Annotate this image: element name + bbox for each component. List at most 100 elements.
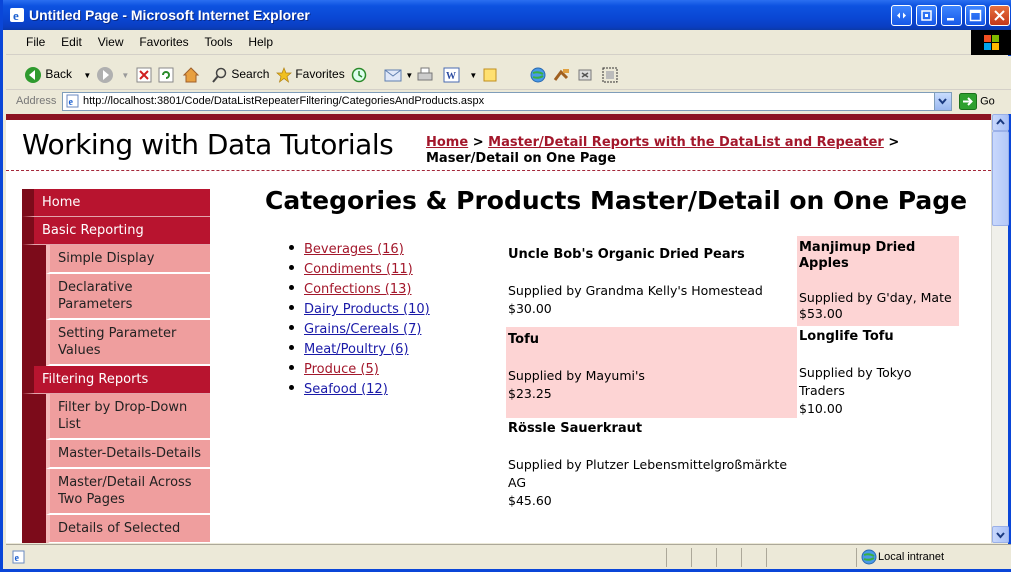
scroll-up-button[interactable] <box>992 114 1009 131</box>
nav-section-filtering-reports[interactable]: Filtering Reports <box>22 366 210 394</box>
list-item: Condiments (11) <box>289 260 430 280</box>
menu-file[interactable]: File <box>20 30 51 55</box>
favorites-label: Favorites <box>295 67 345 81</box>
nav-item-setting-parameter-values[interactable]: Setting Parameter Values <box>46 320 210 366</box>
forward-dropdown-icon[interactable]: ▼ <box>121 71 129 80</box>
vertical-scrollbar[interactable] <box>991 114 1009 543</box>
history-icon <box>351 67 367 83</box>
edit-button[interactable]: W ▼ <box>443 64 477 84</box>
close-icon <box>994 10 1005 21</box>
category-link-dairy-products[interactable]: Dairy Products (10) <box>304 302 430 317</box>
list-item: Dairy Products (10) <box>289 300 430 320</box>
address-label: Address <box>16 95 57 107</box>
window-title: Untitled Page - Microsoft Internet Explo… <box>29 7 310 23</box>
list-item: Grains/Cereals (7) <box>289 320 430 340</box>
restore-tab-button[interactable] <box>891 5 912 26</box>
product-price: $30.00 <box>508 301 552 316</box>
nav-item-master-details-details[interactable]: Master-Details-Details <box>46 440 210 469</box>
category-link-seafood[interactable]: Seafood (12) <box>304 382 388 397</box>
menu-bar: File Edit View Favorites Tools Help <box>6 30 1011 55</box>
forward-button[interactable]: ▼ <box>96 64 129 84</box>
favorites-button[interactable]: Favorites <box>276 64 345 84</box>
nav-item-master-detail-two-pages[interactable]: Master/Detail Across Two Pages <box>46 469 210 515</box>
title-bar[interactable]: e Untitled Page - Microsoft Internet Exp… <box>3 0 1011 30</box>
product-name: Rössle Sauerkraut <box>508 421 643 436</box>
nav-item-filter-dropdown[interactable]: Filter by Drop-Down List <box>46 394 210 440</box>
tools-button[interactable] <box>577 64 593 84</box>
product-card: Uncle Bob's Organic Dried Pears Supplied… <box>506 242 796 326</box>
status-divider <box>766 548 767 567</box>
printer-icon <box>417 67 433 81</box>
chevron-down-icon <box>938 98 947 105</box>
product-name: Longlife Tofu <box>799 329 894 344</box>
category-link-confections[interactable]: Confections (13) <box>304 282 412 297</box>
sidebar-nav: Home Basic Reporting Simple Display Decl… <box>22 189 210 543</box>
status-divider <box>741 548 742 567</box>
back-label: Back <box>45 67 73 81</box>
history-button[interactable] <box>351 64 367 84</box>
breadcrumb-separator: > <box>468 135 489 150</box>
address-input[interactable]: e http://localhost:3801/Code/DataListRep… <box>62 92 952 111</box>
category-link-beverages[interactable]: Beverages (16) <box>304 242 404 257</box>
go-button[interactable]: Go <box>959 93 995 110</box>
menu-edit[interactable]: Edit <box>55 30 88 55</box>
svg-text:W: W <box>446 71 456 82</box>
address-dropdown-button[interactable] <box>934 93 951 110</box>
category-link-meat-poultry[interactable]: Meat/Poultry (6) <box>304 342 409 357</box>
mail-button[interactable]: ▼ <box>384 64 413 84</box>
back-arrow-icon <box>25 66 41 83</box>
mail-dropdown-icon[interactable]: ▼ <box>405 71 413 80</box>
address-url: http://localhost:3801/Code/DataListRepea… <box>83 95 485 107</box>
home-button[interactable] <box>182 64 200 84</box>
product-price: $53.00 <box>799 306 843 321</box>
internet-explorer-icon: e <box>10 8 24 23</box>
refresh-button[interactable] <box>158 64 174 84</box>
menu-favorites[interactable]: Favorites <box>133 30 194 55</box>
close-button[interactable] <box>989 5 1010 26</box>
scroll-down-button[interactable] <box>992 526 1009 543</box>
nav-section-basic-reporting[interactable]: Basic Reporting <box>22 217 210 245</box>
menu-tools[interactable]: Tools <box>199 30 239 55</box>
grid-button[interactable] <box>602 64 618 84</box>
site-title: Working with Data Tutorials <box>22 128 394 161</box>
minimize-button[interactable] <box>941 5 962 26</box>
nav-item-declarative-parameters[interactable]: Declarative Parameters <box>46 274 210 320</box>
home-icon <box>182 67 200 83</box>
breadcrumb-parent-link[interactable]: Master/Detail Reports with the DataList … <box>488 135 884 150</box>
address-bar: Address e http://localhost:3801/Code/Dat… <box>6 90 1011 114</box>
product-card: Manjimup Dried Apples Supplied by G'day,… <box>797 236 959 326</box>
scroll-thumb[interactable] <box>992 131 1009 226</box>
maximize-button[interactable] <box>965 5 986 26</box>
security-zone-label: Local intranet <box>878 551 945 563</box>
category-link-produce[interactable]: Produce (5) <box>304 362 379 377</box>
search-button[interactable]: Search <box>212 64 269 84</box>
product-supplier: Supplied by Grandma Kelly's Homestead <box>508 283 763 298</box>
edit-dropdown-icon[interactable]: ▼ <box>469 71 477 80</box>
category-link-grains-cereals[interactable]: Grains/Cereals (7) <box>304 322 421 337</box>
chevron-up-icon <box>996 118 1005 125</box>
menu-view[interactable]: View <box>92 30 130 55</box>
back-dropdown-icon[interactable]: ▼ <box>83 71 91 80</box>
discuss-button[interactable] <box>482 64 498 84</box>
messenger-button[interactable] <box>530 64 546 84</box>
windows-flag-icon <box>984 35 999 50</box>
research-icon <box>553 68 569 81</box>
back-button[interactable]: Back ▼ <box>24 64 91 84</box>
stop-button[interactable] <box>136 64 152 84</box>
nav-item-details-of-selected[interactable]: Details of Selected <box>46 515 210 543</box>
print-button[interactable] <box>416 64 434 84</box>
grid-icon <box>602 67 618 83</box>
product-name: Tofu <box>508 332 539 347</box>
breadcrumb-separator: > <box>883 135 900 150</box>
nav-item-simple-display[interactable]: Simple Display <box>46 245 210 274</box>
research-button[interactable] <box>553 64 571 84</box>
menu-help[interactable]: Help <box>242 30 279 55</box>
nav-home[interactable]: Home <box>22 189 210 217</box>
category-link-condiments[interactable]: Condiments (11) <box>304 262 413 277</box>
breadcrumb-home-link[interactable]: Home <box>426 135 468 150</box>
mail-icon <box>384 69 402 82</box>
links-button[interactable] <box>916 5 937 26</box>
back-forth-icon <box>897 12 906 19</box>
product-supplier: Supplied by Plutzer Lebensmittelgroßmärk… <box>508 457 788 490</box>
forward-arrow-icon <box>97 66 113 83</box>
